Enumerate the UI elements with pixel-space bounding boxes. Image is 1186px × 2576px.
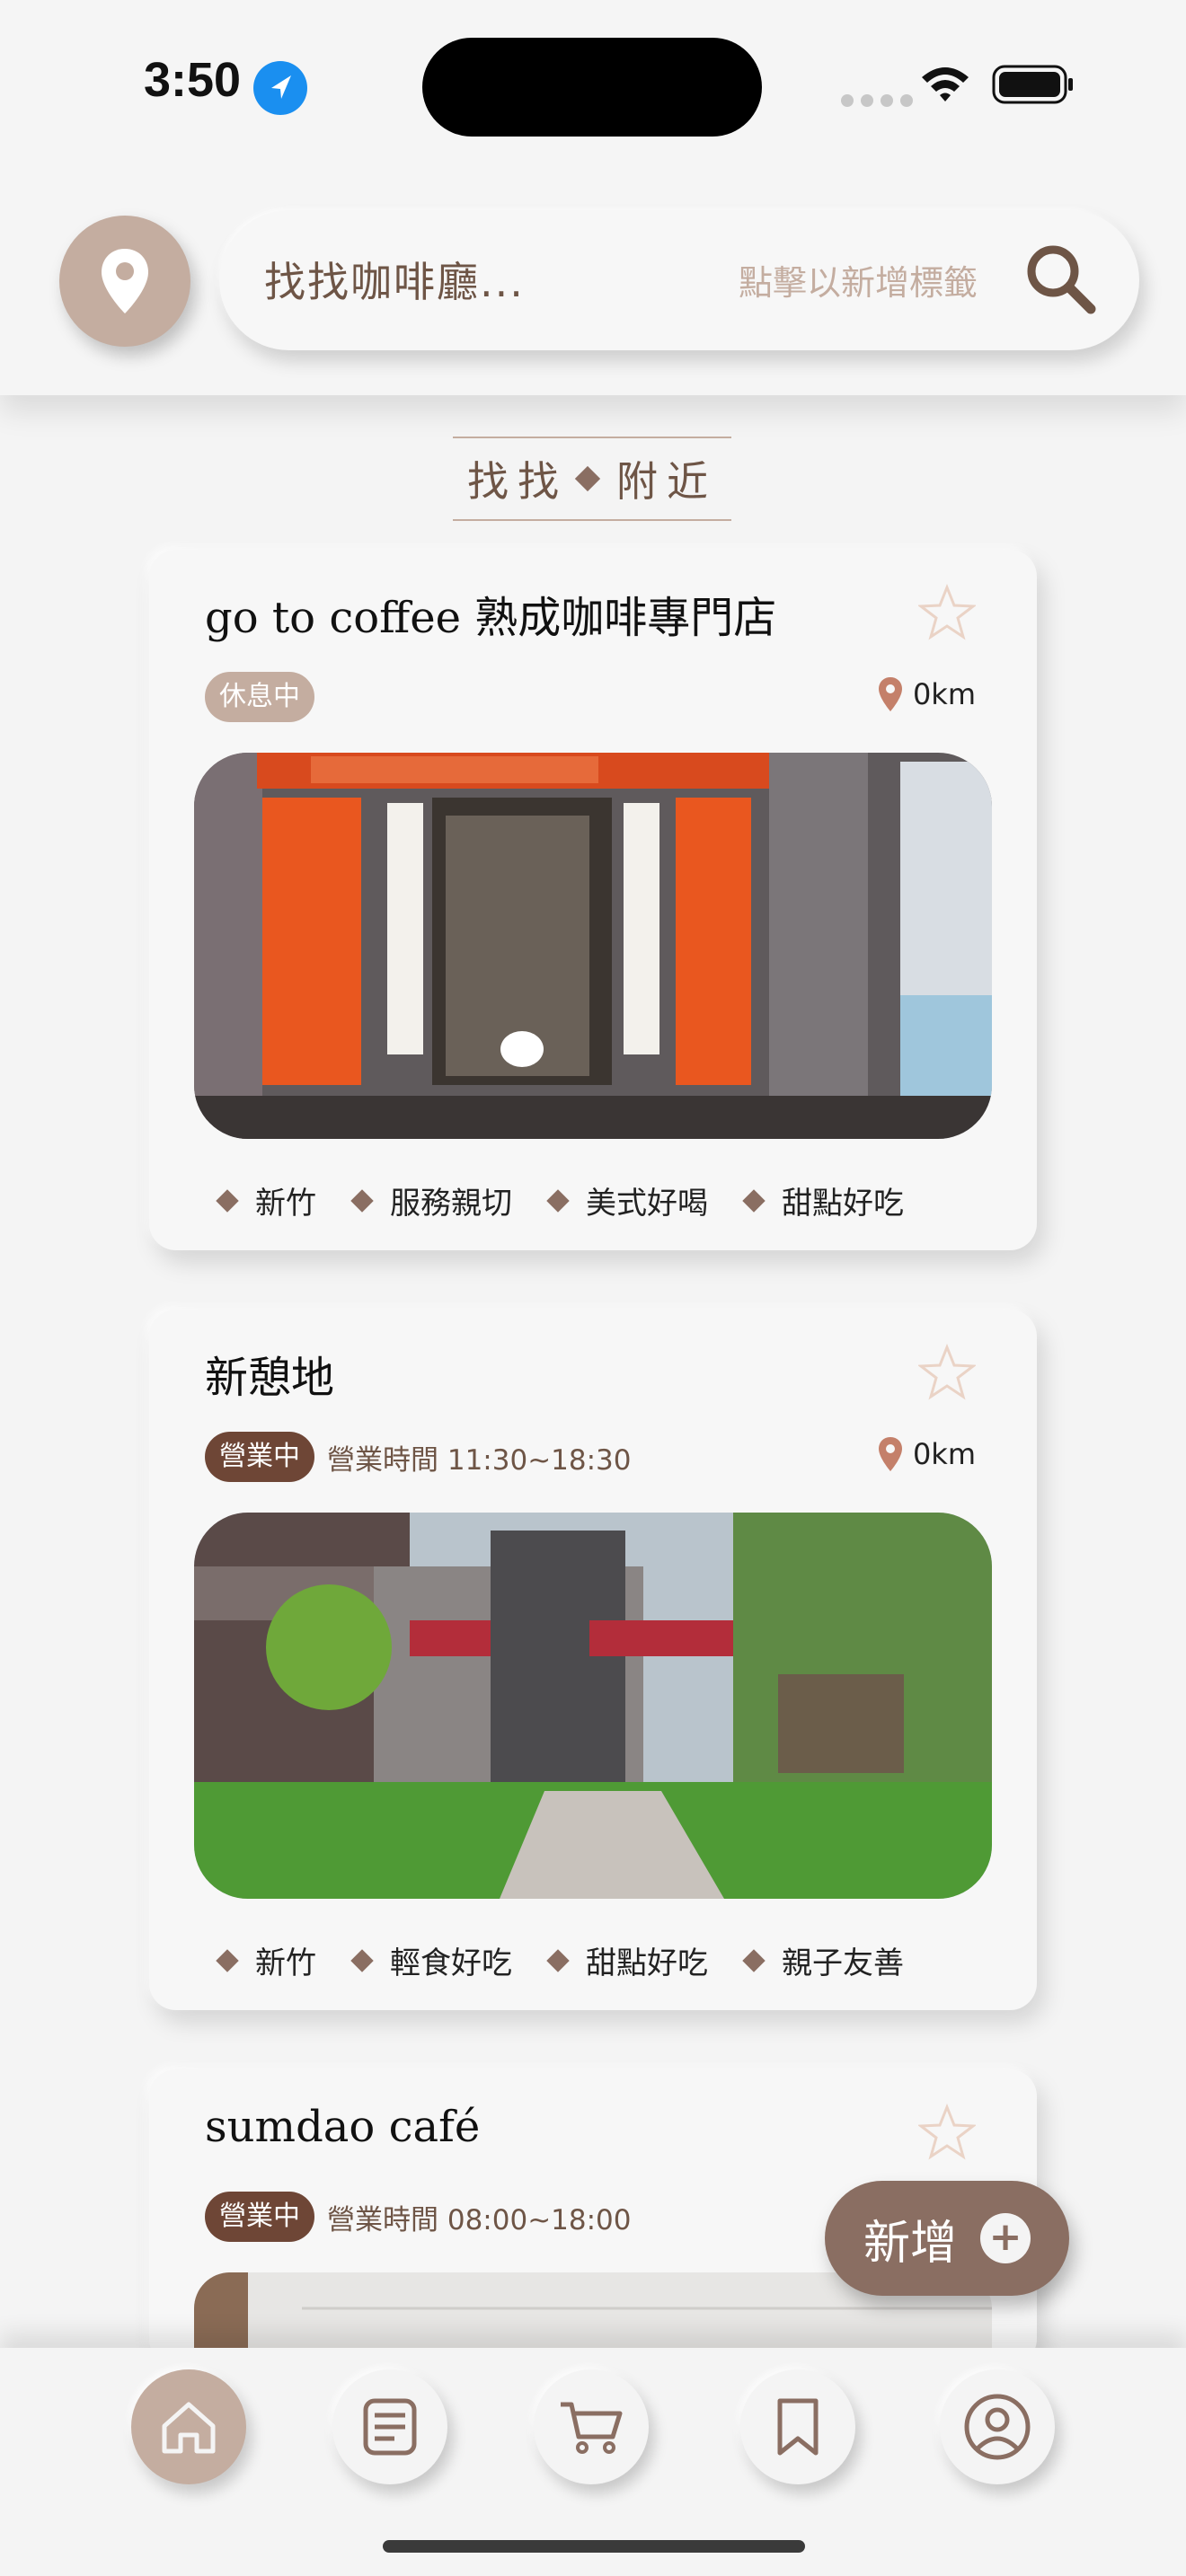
distance-value: 0km	[912, 677, 976, 711]
home-indicator	[383, 2540, 805, 2553]
nav-list[interactable]	[332, 2369, 447, 2484]
diamond-icon	[546, 1948, 570, 1972]
diamond-icon	[216, 1188, 239, 1213]
diamond-icon	[742, 1948, 766, 1972]
home-icon	[162, 2402, 216, 2454]
tag-label: 輕食好吃	[390, 1945, 512, 1981]
section-title-right: 附近	[616, 457, 717, 506]
nav-bookmark[interactable]	[740, 2369, 855, 2484]
add-tag-hint[interactable]: 點擊以新增標籤	[739, 255, 978, 304]
dynamic-island	[422, 38, 762, 137]
section-title-left: 找找	[467, 457, 568, 506]
tag[interactable]: 新竹	[216, 1178, 316, 1222]
tag-label: 親子友善	[782, 1945, 904, 1981]
tag-label: 甜點好吃	[586, 1945, 708, 1981]
cellular-signal-icon	[841, 93, 920, 110]
location-arrow-icon	[253, 61, 307, 115]
diamond-icon	[574, 465, 601, 492]
tag[interactable]: 服務親切	[350, 1178, 512, 1222]
star-icon[interactable]	[918, 2104, 976, 2161]
cafe-name: 新憩地	[205, 1353, 335, 1403]
distance: 0km	[877, 675, 976, 713]
tag-label: 美式好喝	[586, 1186, 708, 1222]
map-pin-icon	[878, 677, 902, 711]
cart-icon	[561, 2402, 623, 2454]
battery-icon	[992, 65, 1073, 104]
tag[interactable]: 美式好喝	[546, 1178, 708, 1222]
search-bar[interactable]: 找找咖啡廳... 點擊以新增標籤	[219, 210, 1139, 350]
diamond-icon	[350, 1948, 374, 1972]
tag[interactable]: 親子友善	[742, 1938, 904, 1982]
opening-hours: 營業時間 08:00~18:00	[327, 2204, 632, 2236]
distance: 0km	[877, 1435, 976, 1473]
cafe-name: go to coffee 熟成咖啡專門店	[205, 593, 777, 643]
star-icon[interactable]	[918, 1344, 976, 1401]
cafe-name: sumdao café	[205, 2102, 481, 2152]
profile-icon	[964, 2394, 1031, 2460]
cafe-photo	[194, 1513, 992, 1899]
list-icon	[363, 2398, 417, 2456]
section-title: 找找 附近	[453, 437, 731, 521]
nav-profile[interactable]	[940, 2369, 1055, 2484]
add-button-label: 新增	[863, 2216, 957, 2271]
status-badge: 休息中	[205, 672, 314, 722]
tag[interactable]: 甜點好吃	[742, 1178, 904, 1222]
plus-icon: +	[980, 2213, 1031, 2263]
bookmark-icon	[777, 2398, 819, 2456]
tag[interactable]: 新竹	[216, 1938, 316, 1982]
diamond-icon	[546, 1188, 570, 1213]
tag-list: 新竹 輕食好吃 甜點好吃 親子友善	[216, 1938, 942, 1982]
wifi-icon	[922, 67, 969, 101]
diamond-icon	[742, 1188, 766, 1213]
nav-cart[interactable]	[534, 2369, 649, 2484]
tag-label: 服務親切	[390, 1186, 512, 1222]
search-input[interactable]: 找找咖啡廳...	[264, 250, 525, 309]
diamond-icon	[350, 1188, 374, 1213]
tag-list: 新竹 服務親切 美式好喝 甜點好吃	[216, 1178, 942, 1222]
cafe-card[interactable]: 新憩地 營業中 營業時間 11:30~18:30 0km 新竹 輕食好吃 甜點好…	[149, 1310, 1037, 2010]
distance-value: 0km	[912, 1437, 976, 1471]
map-pin-icon	[102, 249, 148, 313]
nav-home[interactable]	[131, 2369, 246, 2484]
star-icon[interactable]	[918, 584, 976, 641]
search-icon[interactable]	[1022, 241, 1098, 316]
location-button[interactable]	[59, 216, 190, 347]
tag[interactable]: 輕食好吃	[350, 1938, 512, 1982]
cafe-photo	[194, 753, 992, 1139]
tag-label: 新竹	[255, 1945, 316, 1981]
status-time: 3:50	[144, 53, 242, 107]
diamond-icon	[216, 1948, 239, 1972]
map-pin-icon	[878, 1437, 902, 1471]
cafe-card[interactable]: go to coffee 熟成咖啡專門店 休息中 0km 新竹 服務親切 美式好…	[149, 550, 1037, 1250]
status-badge: 營業中	[205, 1432, 314, 1482]
tag-label: 新竹	[255, 1186, 316, 1222]
tag[interactable]: 甜點好吃	[546, 1938, 708, 1982]
opening-hours: 營業時間 11:30~18:30	[327, 1444, 632, 1477]
add-cafe-button[interactable]: 新增 +	[825, 2181, 1069, 2296]
status-badge: 營業中	[205, 2192, 314, 2242]
tag-label: 甜點好吃	[782, 1186, 904, 1222]
